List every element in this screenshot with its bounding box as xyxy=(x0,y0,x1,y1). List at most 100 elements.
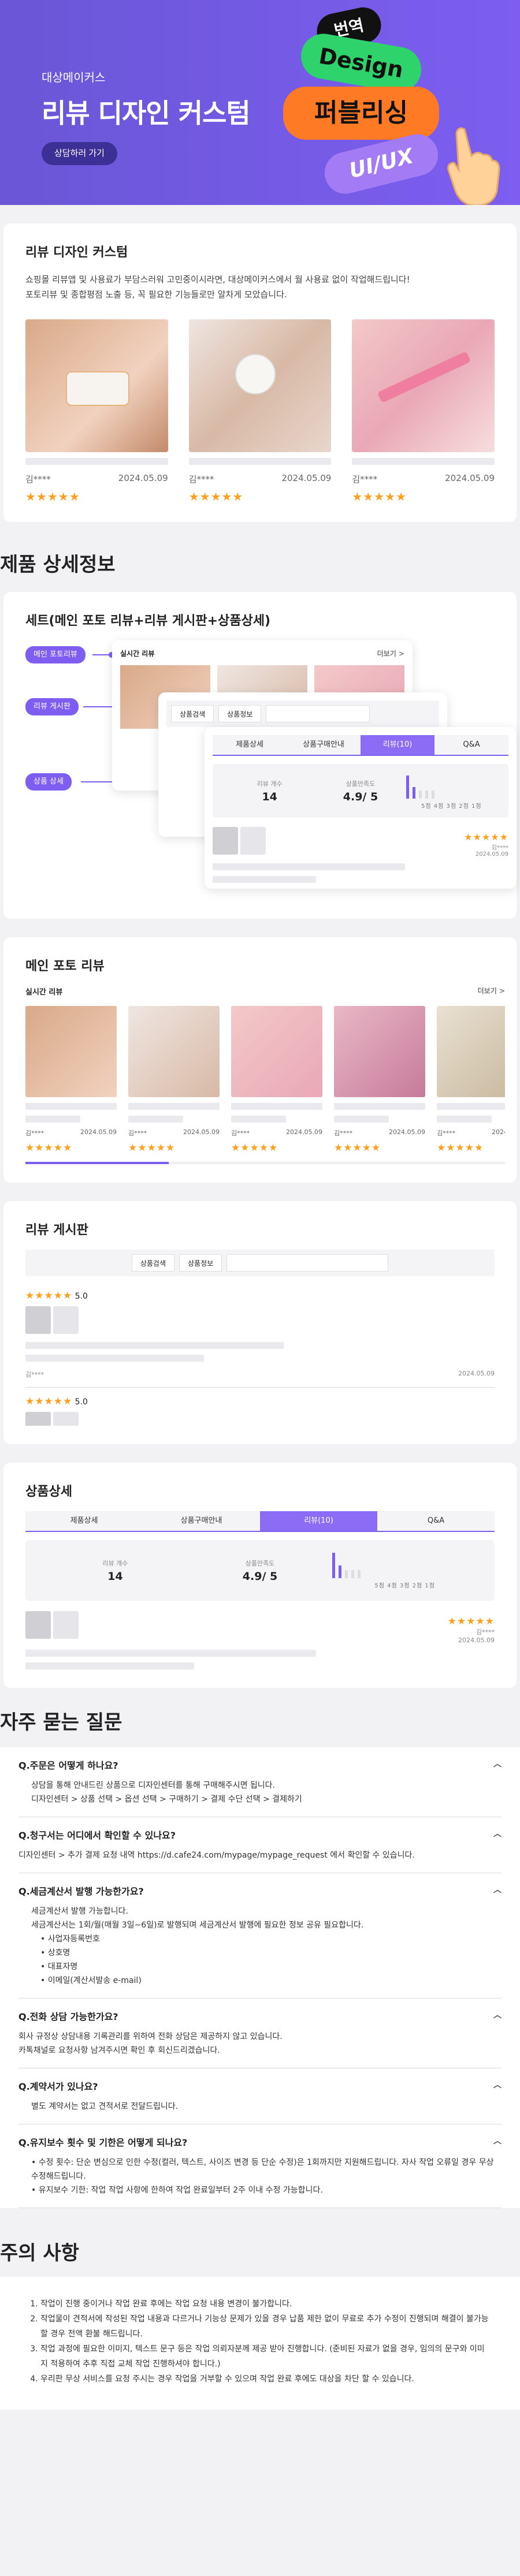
tab-qna[interactable]: Q&A xyxy=(377,1511,495,1531)
review-item[interactable]: 김**** 2024.05.09 ★★★★★ xyxy=(334,1006,425,1154)
search-button[interactable]: 상품검색 xyxy=(131,1254,174,1272)
review-user: 김**** xyxy=(491,845,508,851)
star-rating: ★★★★★ xyxy=(334,1142,381,1154)
detail-section-title: 제품 상세정보 xyxy=(0,553,116,576)
faq-question: Q.세금계산서 발행 가능한가요? xyxy=(18,1886,144,1897)
faq-answer-line: 디자인센터 > 상품 선택 > 옵션 선택 > 구매하기 > 결제 수단 선택 … xyxy=(31,1795,302,1804)
product-select[interactable]: 상품정보 xyxy=(179,1254,222,1272)
tag-board: 리뷰 게시판 xyxy=(25,698,79,715)
faq-answer-line: 상담을 통해 안내드린 상품으로 디자인센터를 통해 구매해주시면 됩니다. xyxy=(31,1781,275,1790)
review-user: 김**** xyxy=(437,1129,456,1137)
notice-item: 우리판 무상 서비스를 요청 주시는 경우 작업을 거부할 수 있으며 작업 완… xyxy=(40,2372,491,2387)
product-select[interactable]: 상품정보 xyxy=(218,705,262,722)
hero-title: 리뷰 디자인 커스텀 xyxy=(42,98,251,129)
chevron-up-icon[interactable]: ︿ xyxy=(493,1758,502,1772)
more-link[interactable]: 더보기 > xyxy=(478,986,505,997)
star-rating: ★★★★★ xyxy=(25,1142,73,1154)
tag-product-detail: 상품 상세 xyxy=(25,773,72,791)
score-label: 상품만족도 xyxy=(245,1559,275,1567)
chevron-up-icon[interactable]: ︿ xyxy=(493,2079,502,2093)
star-rating: ★★★★★ xyxy=(352,490,407,504)
review-user: 김**** xyxy=(25,1129,44,1137)
hero-banner: 대상메이커스 리뷰 디자인 커스텀 상담하러 가기 번역 Design 퍼블리싱… xyxy=(0,0,520,205)
tab-review[interactable]: 리뷰(10) xyxy=(260,1511,377,1531)
product-card[interactable]: 김**** 2024.05.09 ★★★★★ xyxy=(25,319,168,504)
search-input[interactable] xyxy=(226,1254,389,1272)
chevron-up-icon[interactable]: ︿ xyxy=(493,2009,502,2023)
carousel-scrollbar[interactable] xyxy=(25,1162,505,1164)
faq-item[interactable]: Q.전화 상담 가능한가요? ︿ 회사 규정상 상담내용 기록관리를 위하여 전화… xyxy=(18,1999,502,2068)
notice-item: 작업이 진행 중이거나 작업 완료 후에는 작업 요청 내용 변경이 불가합니다… xyxy=(40,2297,491,2312)
faq-item[interactable]: Q.청구서는 어디에서 확인할 수 있나요? ︿ 디자인센터 > 추가 결제 요청… xyxy=(18,1817,502,1873)
faq-answer-line: 카톡채널로 요청사항 남겨주시면 확인 후 회신드리겠습니다. xyxy=(18,2046,220,2055)
product-image xyxy=(352,319,495,452)
chevron-up-icon[interactable]: ︿ xyxy=(493,2135,502,2149)
tab-purchase[interactable]: 상품구매안내 xyxy=(287,735,361,755)
board-row[interactable]: ★★★★★ 5.0 김**** 2024.05.09 xyxy=(25,1290,495,1379)
set-card: 세트(메인 포토 리뷰+리뷰 게시판+상품상세) 메인 포토리뷰 리뷰 게시판 … xyxy=(3,592,517,919)
faq-answer-line: • 사업자등록번호 xyxy=(40,1934,100,1944)
faq-question: Q.청구서는 어디에서 확인할 수 있나요? xyxy=(18,1830,176,1841)
review-score: 4.9/ 5 xyxy=(242,1570,278,1583)
tab-product[interactable]: 제품상세 xyxy=(213,735,287,755)
product-card[interactable]: 김**** 2024.05.09 ★★★★★ xyxy=(352,319,495,504)
chevron-up-icon[interactable]: ︿ xyxy=(493,1884,502,1897)
review-user: 김**** xyxy=(476,1628,495,1636)
star-rating: ★★★★★ xyxy=(437,1142,484,1154)
hero-brand: 대상메이커스 xyxy=(42,70,106,84)
star-rating: ★★★★★ xyxy=(464,832,508,842)
tab-qna[interactable]: Q&A xyxy=(434,735,508,755)
board-row[interactable]: ★★★★★ 5.0 xyxy=(25,1387,495,1426)
consult-button[interactable]: 상담하러 가기 xyxy=(42,142,117,165)
notice-item: 작업 과정에 필요한 이미지, 텍스트 문구 등은 작업 의뢰자분께 제공 받아… xyxy=(40,2342,491,2372)
tab-purchase[interactable]: 상품구매안내 xyxy=(143,1511,260,1531)
tab-product[interactable]: 제품상세 xyxy=(25,1511,143,1531)
bars-label: 5점 4점 3점 2점 1점 xyxy=(374,1583,435,1589)
tab-review[interactable]: 리뷰(10) xyxy=(361,735,434,755)
faq-answer-line: • 상호명 xyxy=(40,1948,70,1958)
product-detail-tabs: 제품상세 상품구매안내 리뷰(10) Q&A xyxy=(25,1511,495,1532)
score-label: 상품만족도 xyxy=(346,780,376,788)
count-label: 리뷰 개수 xyxy=(102,1559,128,1567)
faq-item[interactable]: Q.주문은 어떻게 하나요? ︿ 상담을 통해 안내드린 상품으로 디자인센터를 … xyxy=(18,1747,502,1817)
review-count: 14 xyxy=(107,1570,123,1583)
panel-title: 실시간 리뷰 xyxy=(120,650,155,658)
review-item[interactable]: 김**** 2024.05.09 ★★★★★ xyxy=(437,1006,505,1154)
faq-item[interactable]: Q.계약서가 있나요? ︿ 별도 계약서는 없고 견적서로 전달드립니다. xyxy=(18,2068,502,2124)
review-item[interactable]: 김**** 2024.05.09 ★★★★★ xyxy=(231,1006,322,1154)
review-date: 2024.05.09 xyxy=(183,1128,220,1136)
review-item[interactable]: 김**** 2024.05.09 ★★★★★ xyxy=(128,1006,220,1154)
faq-title: 자주 묻는 질문 xyxy=(0,1711,122,1734)
review-item[interactable]: 김**** 2024.05.09 ★★★★★ xyxy=(25,1006,117,1154)
review-stats: 리뷰 개수 14 상품만족도 4.9/ 5 5점 4점 3점 2점 1점 xyxy=(25,1540,495,1601)
faq-answer-line: • 수정 횟수: 단순 변심으로 인한 수정(컬러, 텍스트, 사이즈 변경 등… xyxy=(31,2158,494,2181)
intro-desc-2: 포토리뷰 및 종합평점 노출 등, 꼭 필요한 기능들로만 알차게 모았습니다. xyxy=(25,289,287,300)
product-image xyxy=(25,319,168,452)
count-label: 리뷰 개수 xyxy=(257,780,283,788)
faq-item[interactable]: Q.세금계산서 발행 가능한가요? ︿ 세금계산서 발행 가능합니다. 세금계산서는… xyxy=(18,1873,502,1999)
faq-answer-line: 세금계산서 발행 가능합니다. xyxy=(31,1907,128,1916)
star-rating: ★★★★★ xyxy=(25,1396,73,1407)
more-link[interactable]: 더보기 > xyxy=(377,648,404,658)
faq-list: Q.주문은 어떻게 하나요? ︿ 상담을 통해 안내드린 상품으로 디자인센터를 … xyxy=(0,1747,520,2208)
review-date: 2024.05.09 xyxy=(458,1370,495,1377)
pointing-hand-icon xyxy=(447,127,500,205)
review-date: 2024.05.09 xyxy=(281,473,332,483)
review-date: 2024.05.09 xyxy=(492,1128,505,1136)
product-detail-card: 상품상세 제품상세 상품구매안내 리뷰(10) Q&A 리뷰 개수 14 상품만족… xyxy=(3,1463,517,1688)
faq-answer-line: • 이메일(계산서발송 e-mail) xyxy=(40,1976,142,1985)
product-row: 김**** 2024.05.09 ★★★★★ 김**** 2024.05.09 ★★… xyxy=(25,319,495,504)
search-input[interactable] xyxy=(266,705,370,722)
faq-item[interactable]: Q.유지보수 횟수 및 기한은 어떻게 되나요? ︿ • 수정 횟수: 단순 변심… xyxy=(18,2124,502,2208)
tag-main-photo: 메인 포토리뷰 xyxy=(25,646,86,663)
product-card[interactable]: 김**** 2024.05.09 ★★★★★ xyxy=(188,319,332,504)
star-rating: ★★★★★ xyxy=(25,490,80,504)
pill-publish: 퍼블리싱 xyxy=(283,87,439,140)
review-user: 김**** xyxy=(128,1129,147,1137)
search-button[interactable]: 상품검색 xyxy=(171,705,214,722)
faq-question: Q.계약서가 있나요? xyxy=(18,2081,98,2092)
intro-title: 리뷰 디자인 커스텀 xyxy=(25,245,128,260)
review-score: 4.9/ 5 xyxy=(343,790,378,803)
chevron-up-icon[interactable]: ︿ xyxy=(493,1828,502,1841)
star-rating: ★★★★★ xyxy=(25,1290,73,1302)
